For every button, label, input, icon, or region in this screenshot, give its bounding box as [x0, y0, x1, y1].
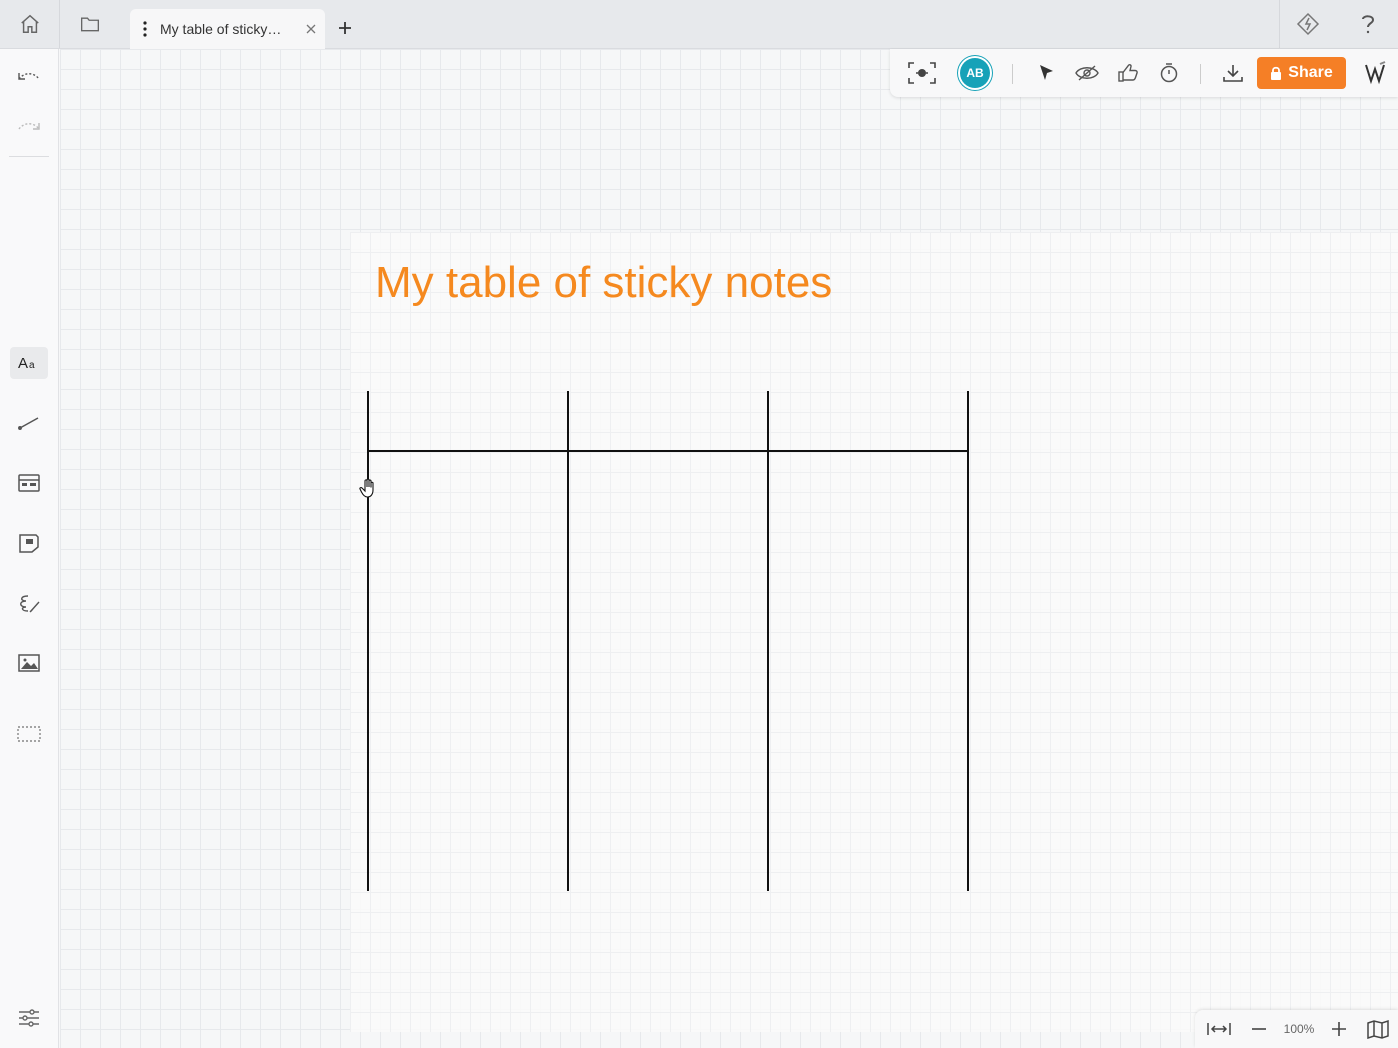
lock-icon — [1271, 66, 1282, 80]
redo-button[interactable] — [10, 111, 48, 143]
brand-logo-icon — [1365, 61, 1386, 85]
svg-text:a: a — [29, 360, 35, 371]
tab-menu-button[interactable] — [130, 21, 160, 37]
minimap-button[interactable] — [1363, 1014, 1393, 1044]
line-icon — [18, 417, 39, 430]
map-icon — [1367, 1019, 1389, 1039]
table-icon — [18, 474, 40, 492]
toolbar-divider — [1012, 64, 1013, 84]
timer-button[interactable] — [1155, 57, 1183, 89]
brand-logo-button[interactable] — [1360, 57, 1390, 89]
tab-board[interactable]: My table of sticky… — [130, 9, 325, 49]
plus-icon — [1332, 1022, 1346, 1036]
avatar-initials: AB — [960, 58, 990, 88]
tabbar-divider — [1279, 0, 1280, 48]
frame-icon — [17, 726, 41, 742]
hand-cursor-icon — [359, 478, 374, 498]
focus-button[interactable] — [904, 57, 940, 89]
home-icon — [20, 14, 39, 33]
image-tool-button[interactable] — [10, 647, 48, 679]
share-button[interactable]: Share — [1257, 57, 1346, 89]
plus-icon — [339, 22, 351, 34]
svg-text:A: A — [18, 355, 28, 371]
board-frame[interactable] — [350, 232, 1398, 1032]
tab-title: My table of sticky… — [160, 21, 282, 37]
frame-tool-button[interactable] — [10, 718, 48, 750]
settings-button[interactable] — [10, 1002, 48, 1034]
pointer-icon — [1040, 65, 1053, 80]
eye-slash-icon — [1075, 65, 1099, 81]
diamond-icon — [1296, 12, 1320, 36]
pointer-tool-button[interactable] — [1032, 57, 1060, 89]
table-tool-button[interactable] — [10, 467, 48, 499]
undo-button[interactable] — [10, 61, 48, 93]
table-column-line[interactable] — [767, 391, 769, 891]
pen-tool-button[interactable] — [10, 587, 48, 619]
download-icon — [1223, 65, 1243, 82]
folder-button[interactable] — [60, 0, 120, 48]
new-tab-button[interactable] — [330, 13, 360, 43]
sticky-note-tool-button[interactable] — [10, 527, 48, 559]
timer-icon — [1160, 63, 1178, 83]
zoom-level[interactable]: 100% — [1279, 1014, 1319, 1044]
board-toolbar: AB Share — [890, 49, 1398, 97]
zoom-controls: 100% — [1195, 1010, 1398, 1048]
toolbar-divider — [1200, 64, 1201, 84]
fit-width-button[interactable] — [1203, 1014, 1235, 1044]
home-button[interactable] — [0, 0, 60, 48]
board-title[interactable]: My table of sticky notes — [375, 258, 832, 308]
integrations-button[interactable] — [1290, 0, 1326, 48]
toolbar-divider — [9, 156, 49, 157]
table-column-line[interactable] — [967, 391, 969, 891]
share-button-body: Share — [1257, 57, 1346, 89]
folder-icon — [81, 17, 99, 32]
help-icon — [1362, 15, 1375, 34]
close-icon — [306, 24, 316, 34]
fit-width-icon — [1207, 1023, 1231, 1035]
help-button[interactable] — [1350, 0, 1386, 48]
undo-icon — [18, 73, 40, 80]
left-toolbar: A a — [0, 49, 59, 1048]
zoom-in-button[interactable] — [1327, 1014, 1351, 1044]
kebab-menu-icon — [143, 21, 147, 37]
sticky-note-icon — [19, 534, 39, 553]
table-column-line[interactable] — [367, 391, 369, 891]
thumbs-up-icon — [1118, 64, 1138, 82]
table-column-line[interactable] — [567, 391, 569, 891]
user-avatar[interactable]: AB — [959, 57, 991, 89]
voting-button[interactable] — [1114, 57, 1142, 89]
tab-bar: My table of sticky… — [0, 0, 1398, 49]
zoom-out-button[interactable] — [1247, 1014, 1271, 1044]
redo-icon — [18, 123, 40, 130]
sliders-icon — [19, 1009, 39, 1027]
line-tool-button[interactable] — [10, 407, 48, 439]
text-tool-button[interactable]: A a — [10, 347, 48, 379]
visibility-button[interactable] — [1072, 57, 1102, 89]
download-button[interactable] — [1218, 57, 1248, 89]
focus-icon — [908, 62, 936, 84]
zoom-level-value: 100% — [1283, 1022, 1315, 1036]
text-icon: A a — [18, 355, 35, 371]
table-header-line[interactable] — [367, 450, 969, 452]
share-label: Share — [1288, 64, 1333, 81]
image-icon — [18, 654, 40, 672]
minus-icon — [1252, 1028, 1266, 1030]
tab-close-button[interactable] — [297, 24, 325, 34]
pen-icon — [20, 595, 40, 613]
